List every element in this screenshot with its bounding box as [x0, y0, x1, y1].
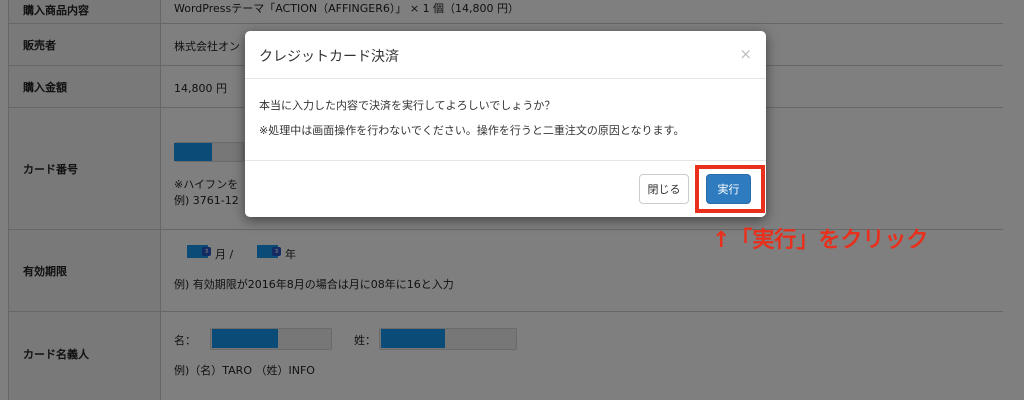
modal-body: 本当に入力した内容で決済を実行してよろしいでしょうか？ ※処理中は画面操作を行わ… [245, 80, 766, 160]
warning-message: ※処理中は画面操作を行わないでください。操作を行うと二重注文の原因となります。 [259, 124, 685, 137]
modal-title: クレジットカード決済 [259, 49, 399, 65]
modal-footer: 閉じる 実行 [245, 160, 766, 217]
close-button[interactable]: 閉じる [639, 174, 689, 204]
click-instruction: ↑「実行」をクリック [712, 228, 929, 253]
payment-confirm-modal: クレジットカード決済 × 本当に入力した内容で決済を実行してよろしいでしょうか？… [245, 31, 766, 217]
close-icon[interactable]: × [739, 45, 752, 63]
modal-header: クレジットカード決済 × [245, 31, 766, 79]
run-button-highlight [695, 165, 765, 213]
confirm-message: 本当に入力した内容で決済を実行してよろしいでしょうか？ [259, 99, 556, 112]
